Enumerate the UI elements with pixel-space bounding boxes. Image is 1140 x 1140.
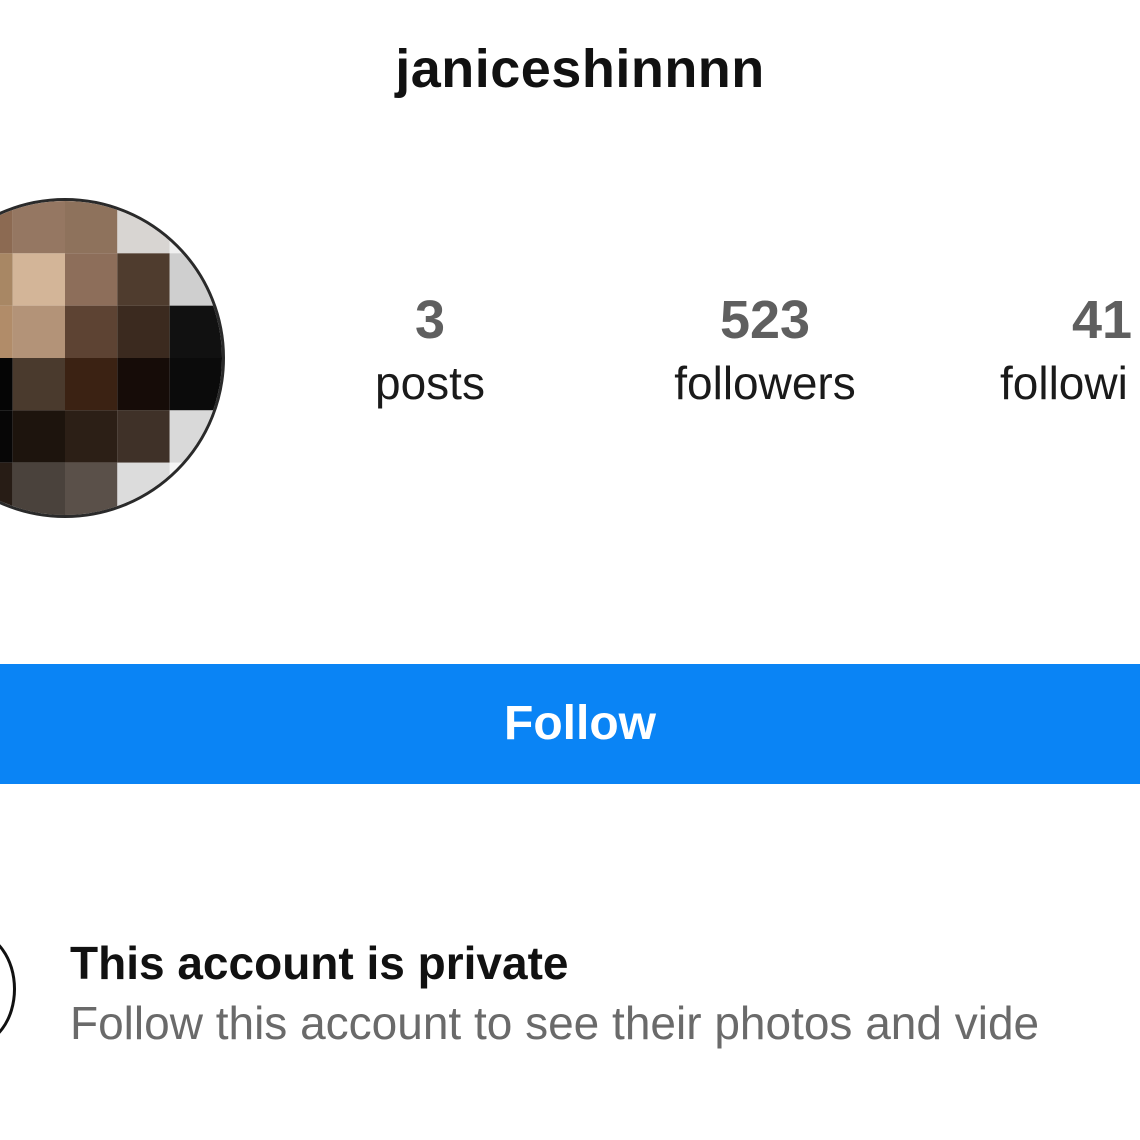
followers-label: followers bbox=[674, 357, 856, 409]
following-label: followi bbox=[1000, 357, 1128, 409]
lock-icon bbox=[0, 932, 16, 1046]
private-account-title: This account is private bbox=[70, 937, 569, 989]
profile-username: janiceshinnnn bbox=[395, 39, 765, 99]
avatar-image bbox=[0, 201, 222, 515]
following-count: 41 bbox=[1072, 290, 1133, 350]
stat-posts: 3 posts bbox=[330, 288, 530, 414]
private-account-subtitle: Follow this account to see their photos … bbox=[70, 997, 1040, 1049]
followers-count: 523 bbox=[719, 290, 811, 350]
avatar[interactable] bbox=[0, 198, 225, 518]
posts-count: 3 bbox=[414, 290, 446, 350]
stat-following[interactable]: 41 followi bbox=[1000, 288, 1140, 414]
stat-followers[interactable]: 523 followers bbox=[640, 288, 890, 414]
posts-label: posts bbox=[375, 357, 485, 409]
follow-button[interactable]: Follow bbox=[0, 664, 1140, 784]
profile-page: janiceshinnnn 3 posts 523 followers 41 f… bbox=[0, 0, 1140, 1140]
